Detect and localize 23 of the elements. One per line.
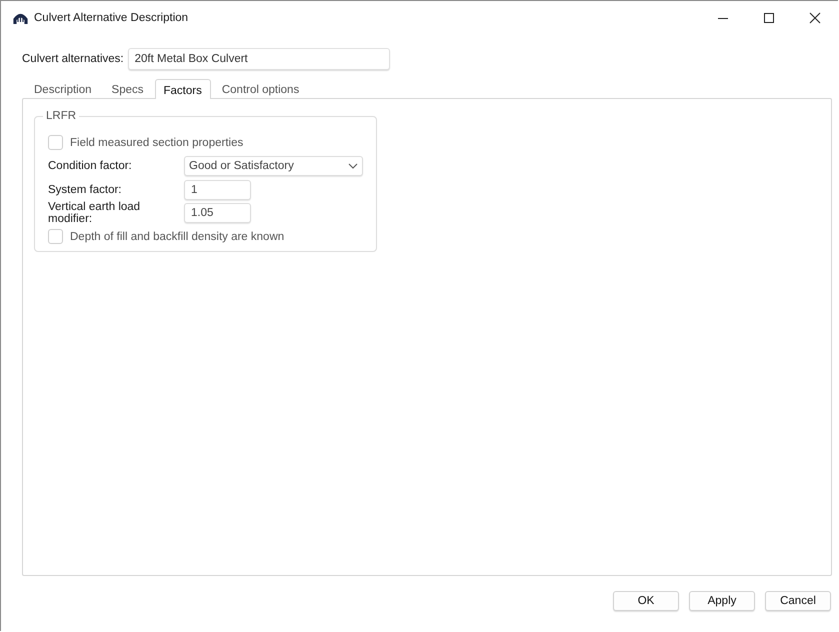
tab[interactable]: Factors <box>154 79 211 99</box>
field-label: Culvert alternatives: <box>22 53 124 65</box>
tab[interactable]: Description <box>25 78 101 98</box>
tab[interactable]: Specs <box>102 78 152 98</box>
field-label: Condition factor: <box>48 160 133 172</box>
field-label: Vertical earth load modifier: <box>48 201 142 226</box>
bridge-icon <box>13 12 28 24</box>
dropdown[interactable]: Good or Satisfactory <box>184 156 363 176</box>
input-field[interactable]: 1 <box>184 180 251 200</box>
field-label: System factor: <box>48 184 122 196</box>
window-title: Culvert Alternative Description <box>34 12 188 24</box>
alternative-name-field[interactable]: 20ft Metal Box Culvert <box>128 48 390 70</box>
tab[interactable]: Control options <box>212 78 308 98</box>
dialog-button[interactable]: Cancel <box>765 591 831 611</box>
group-title: LRFR <box>43 110 80 122</box>
checkbox[interactable] <box>48 135 63 150</box>
checkbox-label: Depth of fill and backfill density are known <box>70 230 284 243</box>
dialog-button[interactable]: OK <box>613 591 679 611</box>
checkbox-label: Field measured section properties <box>70 136 244 149</box>
input-field[interactable]: 1.05 <box>184 203 251 224</box>
dialog-button[interactable]: Apply <box>689 591 755 611</box>
checkbox[interactable] <box>48 229 63 244</box>
chevron-icon <box>348 163 358 170</box>
